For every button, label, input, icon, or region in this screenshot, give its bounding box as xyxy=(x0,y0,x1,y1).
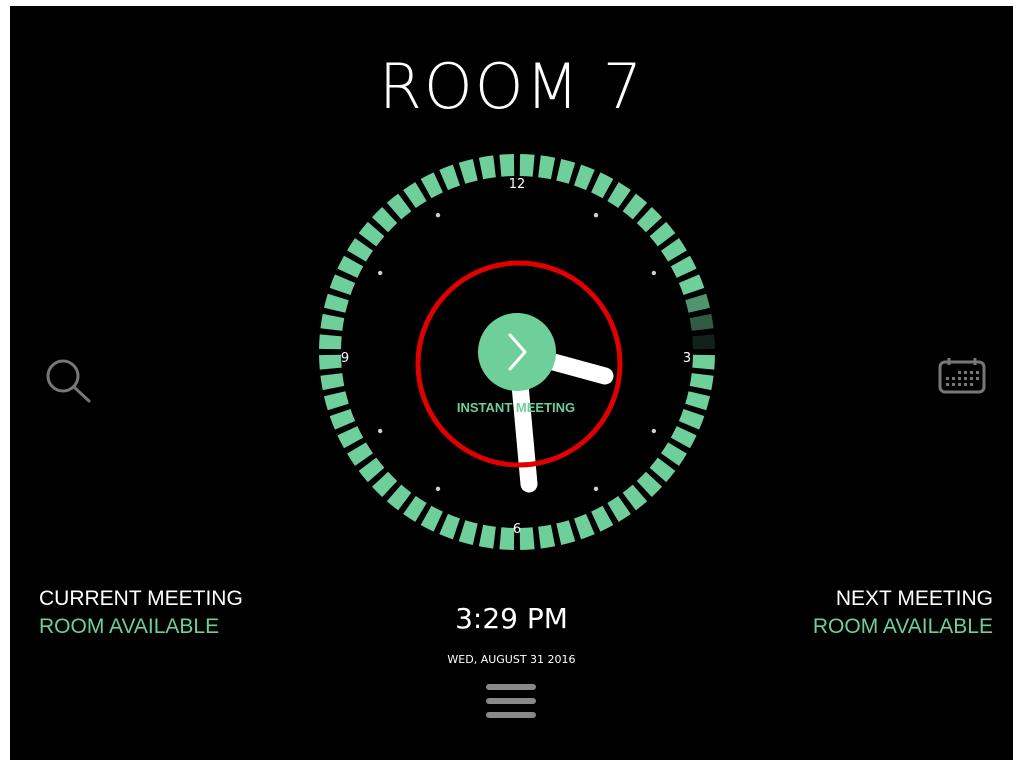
search-icon[interactable] xyxy=(43,357,93,407)
clock-numeral-9: 9 xyxy=(341,351,349,366)
schedule-segment xyxy=(386,484,412,511)
schedule-segment xyxy=(649,457,676,483)
schedule-segment xyxy=(538,524,556,549)
schedule-segment xyxy=(323,391,349,411)
schedule-segment xyxy=(670,426,697,449)
schedule-segment xyxy=(439,164,460,191)
hour-dot xyxy=(651,270,657,276)
menu-bar xyxy=(486,698,536,704)
instant-meeting-label[interactable]: INSTANT MEETING xyxy=(457,400,575,415)
schedule-segment xyxy=(678,274,705,295)
schedule-segment xyxy=(678,409,705,430)
schedule-segment xyxy=(371,471,398,498)
schedule-segment xyxy=(660,442,687,466)
hour-dot xyxy=(435,212,441,218)
schedule-segment xyxy=(636,206,663,233)
instant-meeting-circle[interactable] xyxy=(478,313,556,391)
schedule-segment xyxy=(358,221,385,247)
schedule-segment xyxy=(458,520,478,546)
schedule-segment xyxy=(685,391,711,411)
schedule-segment xyxy=(358,457,385,483)
schedule-segment xyxy=(320,373,345,391)
schedule-segment xyxy=(458,158,478,184)
schedule-segment xyxy=(692,354,715,370)
schedule-segment xyxy=(636,471,663,498)
menu-bar xyxy=(486,712,536,718)
schedule-segment xyxy=(347,238,374,262)
schedule-segment xyxy=(519,154,535,177)
schedule-segment xyxy=(607,495,631,522)
schedule-segment xyxy=(622,193,648,220)
schedule-segment xyxy=(371,206,398,233)
hour-dot xyxy=(593,486,599,492)
schedule-segment xyxy=(607,182,631,209)
schedule-segment xyxy=(622,484,648,511)
hour-dot xyxy=(593,212,599,218)
schedule-segment xyxy=(685,293,711,313)
schedule-segment xyxy=(556,520,576,546)
clock-numeral-6: 6 xyxy=(513,522,521,537)
schedule-segment xyxy=(689,373,714,391)
schedule-segment xyxy=(319,354,342,370)
hour-dot xyxy=(435,486,441,492)
schedule-segment xyxy=(337,255,364,278)
schedule-segment xyxy=(439,513,460,540)
schedule-segment xyxy=(323,293,349,313)
schedule-segment xyxy=(591,172,614,199)
schedule-segment xyxy=(420,505,443,532)
clock-numeral-12: 12 xyxy=(509,177,526,192)
instant-meeting-button[interactable] xyxy=(478,313,556,391)
schedule-segment xyxy=(649,221,676,247)
schedule-segment xyxy=(347,442,374,466)
hour-dot xyxy=(651,428,657,434)
calendar-icon[interactable] xyxy=(938,358,986,394)
current-time: 3:29 PM xyxy=(455,602,568,635)
hour-dot xyxy=(377,428,383,434)
schedule-segment xyxy=(329,409,356,430)
schedule-segment xyxy=(692,334,715,350)
schedule-segment xyxy=(660,238,687,262)
schedule-segment xyxy=(556,158,576,184)
schedule-segment xyxy=(478,155,496,180)
schedule-segment xyxy=(329,274,356,295)
schedule-segment xyxy=(591,505,614,532)
clock-face: 12 3 6 9 INSTANT MEETING xyxy=(319,154,715,550)
schedule-segment xyxy=(689,313,714,331)
schedule-segment xyxy=(499,154,515,177)
schedule-segment xyxy=(478,524,496,549)
schedule-segment xyxy=(337,426,364,449)
schedule-segment xyxy=(538,155,556,180)
schedule-segment xyxy=(320,313,345,331)
schedule-segment xyxy=(574,164,595,191)
schedule-segment xyxy=(519,527,535,550)
schedule-segment xyxy=(319,334,342,350)
current-date: WED, AUGUST 31 2016 xyxy=(447,653,576,666)
hamburger-menu-icon[interactable] xyxy=(486,684,536,724)
clock-numeral-3: 3 xyxy=(683,351,691,366)
schedule-segment xyxy=(403,182,427,209)
schedule-segment xyxy=(420,172,443,199)
room-display-screen: ROOM 7 12 3 6 9 INSTANT MEETING CURRENT … xyxy=(10,6,1013,760)
schedule-segment xyxy=(386,193,412,220)
schedule-segment xyxy=(574,513,595,540)
schedule-segment xyxy=(403,495,427,522)
schedule-segment xyxy=(670,255,697,278)
menu-bar xyxy=(486,684,536,690)
hour-dot xyxy=(377,270,383,276)
